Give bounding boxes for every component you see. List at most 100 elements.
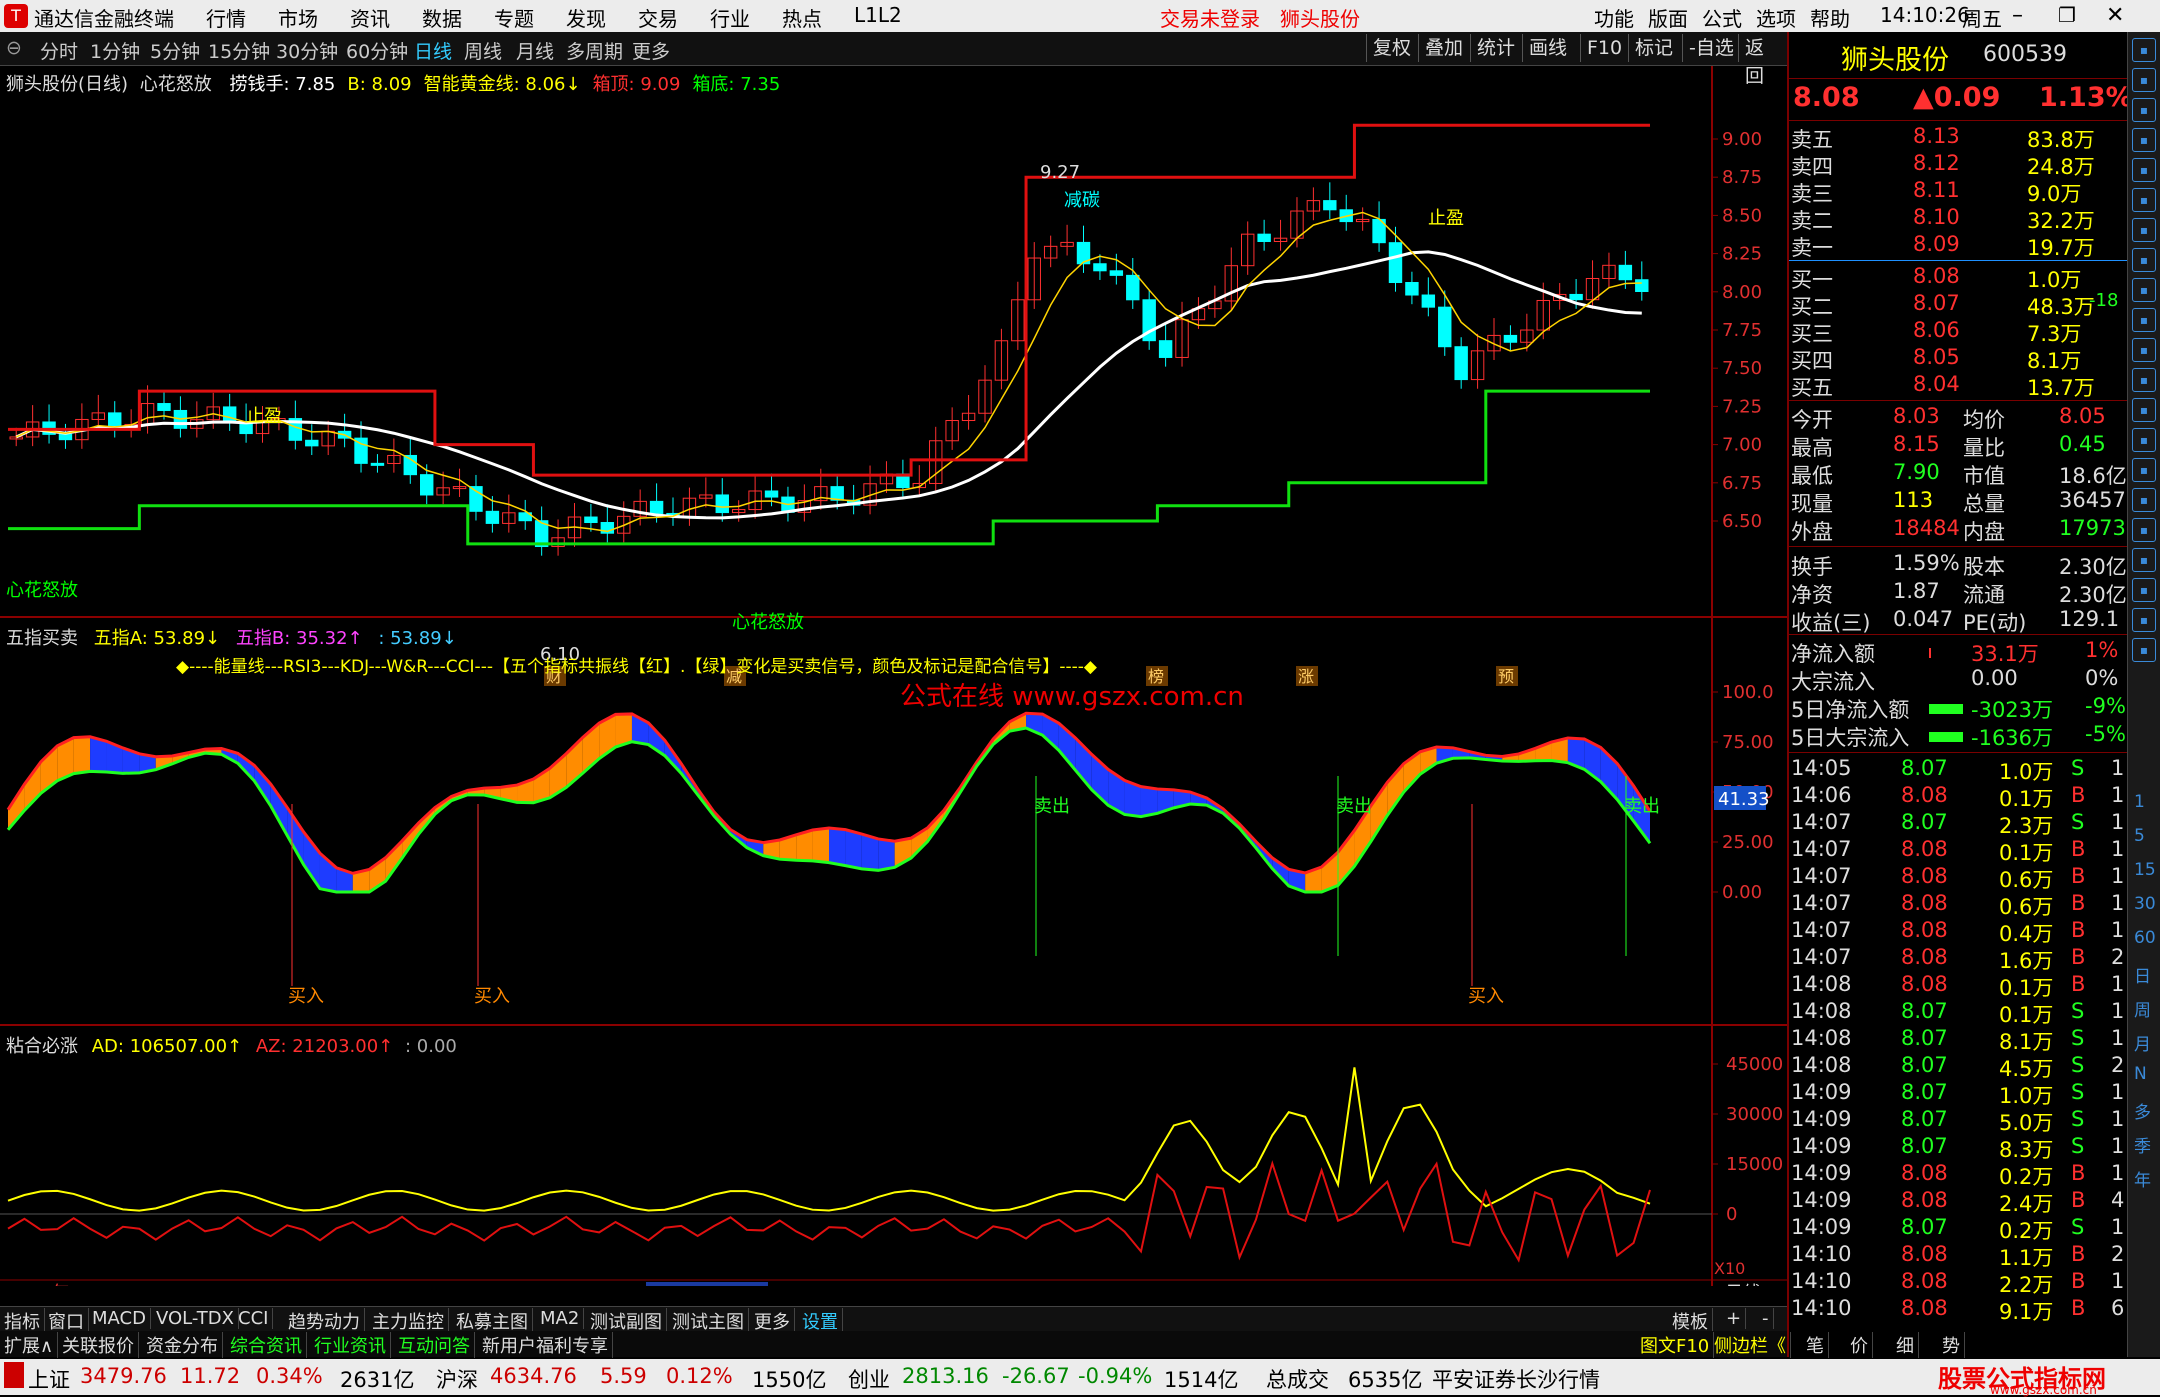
fs-icon[interactable]: ▪ — [2132, 608, 2156, 632]
stat-row[interactable]: 今开 8.03 均价 8.05 — [1789, 404, 2127, 432]
menu-right-0[interactable]: 功能 — [1594, 3, 1634, 32]
tick-row[interactable]: 14:09 8.07 8.3万 S 1 — [1789, 1134, 2127, 1162]
stat-row[interactable]: 现量 113 总量 36457 — [1789, 488, 2127, 516]
tick-row[interactable]: 14:10 8.08 1.1万 B 2 — [1789, 1242, 2127, 1270]
grid-icon[interactable]: ▪ — [2132, 158, 2156, 182]
menu-6[interactable]: 交易 — [638, 3, 678, 32]
menu-1[interactable]: 市场 — [278, 3, 318, 32]
minimize-icon[interactable]: – — [2012, 3, 2023, 28]
ext-tab-5[interactable]: 互动问答 — [394, 1332, 475, 1358]
ext-tab-0[interactable]: 扩展∧ — [0, 1332, 59, 1358]
table-icon[interactable]: ▪ — [2132, 638, 2156, 662]
period-tab-2[interactable]: 5分钟 — [150, 37, 200, 64]
period-shortcut[interactable]: 季 — [2134, 1132, 2151, 1157]
period-tab-5[interactable]: 60分钟 — [346, 37, 408, 64]
tick-row[interactable]: 14:07 8.07 2.3万 S 1 — [1789, 810, 2127, 838]
toolbar-btn-1[interactable]: 叠加 — [1418, 34, 1469, 62]
down-icon[interactable]: ▪ — [2132, 98, 2156, 122]
menu-right-2[interactable]: 公式 — [1702, 3, 1742, 32]
close-icon[interactable]: ✕ — [2106, 3, 2124, 28]
layout-icon[interactable]: ▪ — [2132, 248, 2156, 272]
collapse-icon[interactable]: ⊖ — [6, 37, 22, 59]
sell-row[interactable]: 卖四 8.12 24.8万 — [1789, 151, 2127, 179]
period-shortcut[interactable]: 60 — [2134, 928, 2156, 948]
tick-row[interactable]: 14:09 8.08 0.2万 B 1 — [1789, 1161, 2127, 1189]
period-shortcut[interactable]: 年 — [2134, 1166, 2151, 1191]
tick-row[interactable]: 14:07 8.08 0.4万 B 1 — [1789, 918, 2127, 946]
target-icon[interactable]: ▪ — [2132, 428, 2156, 452]
toolbar-btn-2[interactable]: 统计 — [1470, 34, 1521, 62]
f10-icon[interactable]: ▪ — [2132, 278, 2156, 302]
sell-row[interactable]: 卖五 8.13 83.8万 — [1789, 124, 2127, 152]
ruler-icon[interactable]: ▪ — [2132, 548, 2156, 572]
period-shortcut[interactable]: 周 — [2134, 996, 2151, 1021]
sell-row[interactable]: 卖一 8.09 19.7万 — [1789, 232, 2127, 260]
ext-tab-3[interactable]: 综合资讯 — [226, 1332, 307, 1358]
tabs2-right-0[interactable]: 图文F10 — [1636, 1332, 1715, 1358]
tick-row[interactable]: 14:07 8.08 0.6万 B 1 — [1789, 864, 2127, 892]
tabs2-right-1[interactable]: 侧边栏《 — [1710, 1332, 1791, 1358]
tick-row[interactable]: 14:06 8.08 0.1万 B 1 — [1789, 783, 2127, 811]
period-shortcut[interactable]: 15 — [2134, 860, 2156, 880]
menu-5[interactable]: 发现 — [566, 3, 606, 32]
login-status[interactable]: 交易未登录 — [1160, 3, 1260, 32]
ext-tab-2[interactable]: 资金分布 — [142, 1332, 223, 1358]
period-shortcut[interactable]: 多 — [2134, 1098, 2151, 1123]
tick-row[interactable]: 14:09 8.07 1.0万 S 1 — [1789, 1080, 2127, 1108]
tick-row[interactable]: 14:10 8.08 2.2万 B 1 — [1789, 1269, 2127, 1297]
tick-row[interactable]: 14:10 8.08 9.1万 B 6 — [1789, 1296, 2127, 1324]
up-icon[interactable]: ▪ — [2132, 68, 2156, 92]
toolbar-btn-6[interactable]: -自选 — [1682, 34, 1740, 62]
tick-row[interactable]: 14:07 8.08 0.6万 B 1 — [1789, 891, 2127, 919]
period-tab-0[interactable]: 分时 — [40, 37, 78, 64]
period-shortcut[interactable]: 30 — [2134, 894, 2156, 914]
sell-row[interactable]: 卖二 8.10 32.2万 — [1789, 205, 2127, 233]
tabs1-right-2[interactable]: - — [1758, 1308, 1774, 1329]
buy-row[interactable]: 买四 8.05 8.1万 — [1789, 345, 2127, 373]
cy-label[interactable]: 创业 — [848, 1364, 890, 1394]
tick-row[interactable]: 14:05 8.07 1.0万 S 1 — [1789, 756, 2127, 784]
period-tab-3[interactable]: 15分钟 — [208, 37, 270, 64]
chart-area[interactable]: 9.00 8.75 8.50 8.25 8.00 7.75 7.50 7.25 7.00 6.75… — [0, 66, 1787, 1304]
move-icon[interactable]: ▪ — [2132, 518, 2156, 542]
sell-row[interactable]: 卖三 8.11 9.0万 — [1789, 178, 2127, 206]
tabs2-right-2[interactable]: 笔 — [1802, 1332, 1829, 1358]
stat-row[interactable]: 收益(三) 0.047 PE(动) 129.1 — [1789, 607, 2127, 635]
ext-tab-4[interactable]: 行业资讯 — [310, 1332, 391, 1358]
tick-row[interactable]: 14:08 8.08 0.1万 B 1 — [1789, 972, 2127, 1000]
period-shortcut[interactable]: 1 — [2134, 792, 2145, 812]
tabs2-right-4[interactable]: 细 — [1892, 1332, 1919, 1358]
candle-icon[interactable]: ▪ — [2132, 218, 2156, 242]
period-shortcut[interactable]: 日 — [2134, 962, 2151, 987]
tick-row[interactable]: 14:08 8.07 4.5万 S 2 — [1789, 1053, 2127, 1081]
tabs2-right-5[interactable]: 势 — [1938, 1332, 1965, 1358]
indicator-tab-2[interactable]: MACD — [88, 1308, 151, 1329]
period-tab-8[interactable]: 月线 — [516, 37, 554, 64]
buy-row[interactable]: 买五 8.04 13.7万 — [1789, 372, 2127, 400]
toolbar-btn-0[interactable]: 复权 — [1366, 34, 1417, 62]
sh-label[interactable]: 上证 — [28, 1364, 70, 1394]
buy-row[interactable]: 买一 8.08 1.0万 — [1789, 264, 2127, 292]
pencil-icon[interactable]: ▪ — [2132, 578, 2156, 602]
menu-9[interactable]: L1L2 — [854, 3, 902, 27]
tick-row[interactable]: 14:09 8.07 0.2万 S 1 — [1789, 1215, 2127, 1243]
menu-right-3[interactable]: 选项 — [1756, 3, 1796, 32]
tick-row[interactable]: 14:08 8.07 0.1万 S 1 — [1789, 999, 2127, 1027]
menu-right-1[interactable]: 版面 — [1648, 3, 1688, 32]
period-tab-4[interactable]: 30分钟 — [276, 37, 338, 64]
buy-row[interactable]: 买二 8.07 48.3万 — [1789, 291, 2127, 319]
tabs2-right-3[interactable]: 价 — [1846, 1332, 1873, 1358]
period-shortcut[interactable]: 5 — [2134, 826, 2145, 846]
toolbar-btn-7[interactable]: 返回 — [1738, 34, 1787, 87]
list-icon[interactable]: ▪ — [2132, 128, 2156, 152]
tick-row[interactable]: 14:07 8.08 1.6万 B 2 — [1789, 945, 2127, 973]
menu-4[interactable]: 专题 — [494, 3, 534, 32]
toolbar-btn-5[interactable]: 标记 — [1628, 34, 1679, 62]
stat-row[interactable]: 最高 8.15 量比 0.45 — [1789, 432, 2127, 460]
tabs1-right-1[interactable]: + — [1722, 1308, 1747, 1329]
tick-row[interactable]: 14:09 8.08 2.4万 B 4 — [1789, 1188, 2127, 1216]
menu-7[interactable]: 行业 — [710, 3, 750, 32]
chart-icon[interactable]: ▪ — [2132, 188, 2156, 212]
tick-row[interactable]: 14:07 8.08 0.1万 B 1 — [1789, 837, 2127, 865]
ext-tab-6[interactable]: 新用户福利专享 — [478, 1332, 613, 1358]
